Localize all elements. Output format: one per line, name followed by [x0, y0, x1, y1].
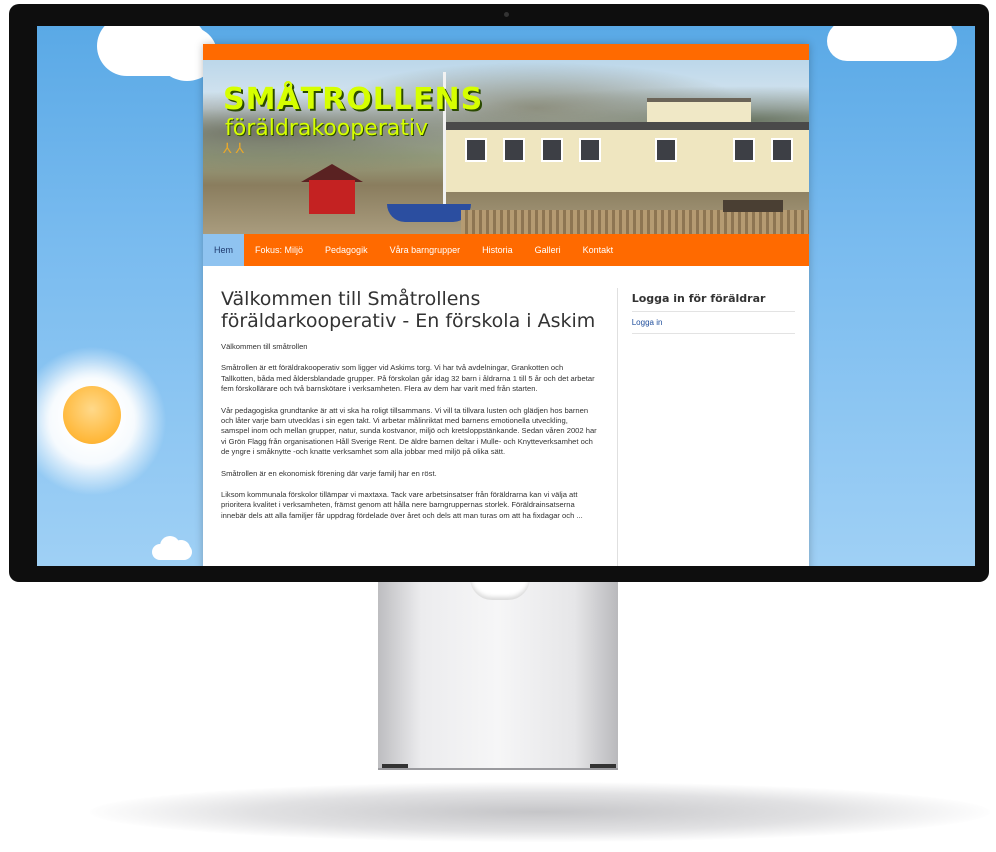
- window: [503, 138, 525, 162]
- nav-item-galleri[interactable]: Galleri: [524, 234, 572, 266]
- page-title: Välkommen till Småtrollens föräldarkoope…: [221, 288, 596, 332]
- picnic-table: [723, 200, 783, 212]
- window: [733, 138, 755, 162]
- body-paragraph: Småtrollen är ett föräldrakooperativ som…: [221, 363, 595, 394]
- nav-item-historia[interactable]: Historia: [471, 234, 524, 266]
- monitor-bezel: SMÅTROLLENS föräldrakooperativ ⅄ ⅄ Hem F…: [9, 4, 989, 582]
- sun-icon: [63, 386, 121, 444]
- window: [465, 138, 487, 162]
- camera-dot: [504, 12, 509, 17]
- web-page: SMÅTROLLENS föräldrakooperativ ⅄ ⅄ Hem F…: [203, 44, 809, 566]
- red-playhouse: [309, 180, 355, 214]
- top-accent-bar: [203, 44, 809, 60]
- window: [771, 138, 793, 162]
- header-banner[interactable]: SMÅTROLLENS föräldrakooperativ ⅄ ⅄: [203, 60, 809, 234]
- sidebar-title: Logga in för föräldrar: [631, 292, 795, 312]
- nav-item-pedagogik[interactable]: Pedagogik: [314, 234, 379, 266]
- intro-paragraph: Välkommen till småtrollen: [221, 342, 308, 351]
- login-link[interactable]: Logga in: [631, 312, 795, 334]
- logo-title[interactable]: SMÅTROLLENS: [223, 82, 483, 117]
- nav-item-vara-barngrupper[interactable]: Våra barngrupper: [379, 234, 472, 266]
- sidebar: Logga in för föräldrar Logga in: [616, 288, 809, 566]
- stand-foot-right: [590, 764, 616, 768]
- stand-foot-left: [382, 764, 408, 768]
- window: [655, 138, 677, 162]
- nav-item-hem[interactable]: Hem: [203, 234, 245, 266]
- floor-shadow: [90, 782, 990, 842]
- body-paragraph: Småtrollen är en ekonomisk förening där …: [221, 468, 437, 478]
- logo-subtitle[interactable]: föräldrakooperativ: [225, 116, 428, 141]
- cloud-decoration: [97, 26, 217, 81]
- nav-item-fokus-miljo[interactable]: Fokus: Miljö: [244, 234, 314, 266]
- cloud-decoration: [827, 26, 957, 61]
- nav-item-kontakt[interactable]: Kontakt: [572, 234, 625, 266]
- blue-boat: [387, 204, 471, 222]
- body-paragraph: Liksom kommunala förskolor tillämpar vi …: [221, 490, 583, 520]
- monitor-screen: SMÅTROLLENS föräldrakooperativ ⅄ ⅄ Hem F…: [37, 26, 975, 566]
- main-navigation: Hem Fokus: Miljö Pedagogik Våra barngrup…: [203, 234, 809, 266]
- content-area: Välkommen till Småtrollens föräldarkoope…: [203, 266, 809, 566]
- window: [541, 138, 563, 162]
- window: [579, 138, 601, 162]
- monitor-stand: [378, 578, 618, 770]
- main-column: Välkommen till Småtrollens föräldarkoope…: [203, 266, 617, 566]
- cloud-decoration: [152, 536, 192, 560]
- body-paragraph: Vår pedagogiska grundtanke är att vi ska…: [221, 405, 597, 457]
- wooden-fence: [461, 210, 809, 234]
- logo-feet-icon: ⅄ ⅄: [223, 140, 244, 156]
